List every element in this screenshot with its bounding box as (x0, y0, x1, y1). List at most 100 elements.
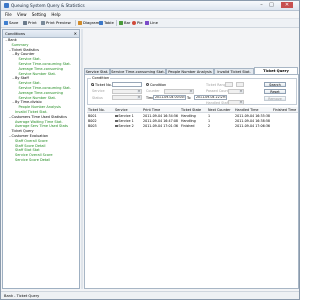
column-header[interactable]: Print Time (142, 107, 180, 113)
toolbar: Save Print Print Preview Diagram Table B… (1, 19, 299, 28)
app-window: Queuing System Query & Statistics – □ ✕ … (0, 0, 300, 300)
ticket-query-page: Condition Ticket No.: Condition Ticket R… (84, 74, 299, 289)
chevron-down-icon: ▾ (239, 88, 243, 93)
table-cell[interactable]: 2 (207, 124, 235, 129)
tree-node-label: Bank (8, 38, 17, 42)
tree-node-label: Average Waiting Time Stat. (15, 119, 63, 124)
table-cell[interactable]: 2011-09-04 17:01:36 (142, 124, 181, 129)
table-cell[interactable]: Service 2 (114, 124, 143, 129)
ticket-no-label: Ticket No.: (95, 82, 113, 87)
table-cell[interactable]: B003 (87, 124, 115, 129)
ticket-range-to[interactable] (236, 82, 244, 87)
chevron-down-icon: ▾ (239, 100, 243, 105)
ticket-no-input[interactable] (112, 82, 142, 87)
toolbar-separator (75, 20, 76, 26)
ticket-grid: Ticket No. Service Print Time Ticket State N… (87, 107, 298, 287)
tree-node-label: Service Number Stat. (18, 71, 56, 76)
print-icon (23, 21, 27, 25)
panel-splitter[interactable] (81, 29, 83, 289)
tab-ticket-query[interactable]: Ticket Query (254, 67, 298, 74)
tree-node-label: Ticket Statistics (11, 47, 39, 52)
service-name: Service 2 (118, 124, 134, 128)
service-select[interactable]: ▾ (112, 88, 142, 94)
maximize-button[interactable]: □ (267, 2, 276, 8)
condition-group: Condition Ticket No.: Condition Ticket R… (87, 76, 297, 106)
menu-view[interactable]: View (17, 11, 27, 18)
handled-staff-label: Handled Staff (206, 101, 230, 105)
tree-node-label: Average Serv Time Used Stats (15, 124, 68, 129)
panel-close-icon[interactable]: ✕ (74, 30, 77, 37)
status-select[interactable]: ▾ (112, 95, 142, 100)
tree-node[interactable]: Service Score Detail (3, 158, 79, 163)
tree-node-label: Ticket Query (11, 129, 34, 134)
service-name: Service 1 (118, 119, 134, 123)
tree-node-label: Invalid Ticket Stat. (15, 109, 48, 114)
line-chart-icon (145, 21, 149, 25)
bar-chart-icon (119, 21, 123, 25)
tree-node-label: Service Time-consuming Stat. (18, 61, 71, 66)
menu-file[interactable]: File (5, 11, 12, 18)
navigation-tree: −Bank Summary −Ticket Statistics −By Counte… (3, 38, 79, 163)
minimize-button[interactable]: – (257, 2, 266, 8)
table-label: Table (104, 20, 114, 25)
column-header[interactable]: Handled Time (234, 107, 272, 113)
title-bar[interactable]: Queuing System Query & Statistics – □ ✕ (1, 1, 299, 11)
pie-chart-icon (132, 21, 136, 25)
menu-bar: File View Setting Help (1, 11, 299, 19)
close-button[interactable]: ✕ (281, 2, 293, 8)
save-button[interactable]: Save (4, 20, 18, 26)
time-to-input[interactable]: 2011-09-04 22:29:59 (194, 95, 227, 100)
chevron-down-icon: ▾ (137, 88, 141, 93)
tree-node-label: Service Number Stat. (18, 95, 56, 100)
column-header[interactable]: Next Counter (207, 107, 234, 113)
line-chart-button[interactable]: Line (145, 20, 158, 26)
tree-node-label: By Staff (15, 76, 29, 81)
tree-node-label: Staff Overall Score (15, 138, 48, 143)
tree-node-label: Summary (11, 42, 29, 47)
search-button[interactable]: Search (264, 82, 286, 87)
condition-group-title: Condition (91, 76, 111, 80)
column-header[interactable]: Ticket No. (87, 107, 114, 113)
print-preview-icon (41, 21, 45, 25)
tree-node-label: Customers Time Used Statistics (11, 114, 68, 119)
app-icon (4, 3, 9, 8)
status-label: Status (92, 95, 103, 100)
tree-node-label: Staff Score Detail (15, 143, 46, 148)
handled-staff-select[interactable]: ▾ (228, 100, 244, 106)
menu-help[interactable]: Help (51, 11, 60, 18)
column-header[interactable]: Finished Time (272, 107, 298, 113)
save-label: Save (9, 20, 19, 25)
time-from-input[interactable]: 2011-09-04 00:00:00 (153, 95, 186, 100)
status-bar: Bank - Ticket Query (1, 291, 299, 299)
print-preview-button[interactable]: Print Preview (41, 20, 71, 26)
table-button[interactable]: Table (99, 20, 114, 26)
bar-label: Bar (124, 20, 131, 25)
tree-node-label: People Number Analysis (18, 105, 61, 110)
remove-button[interactable]: Remove (264, 96, 286, 101)
print-label: Print (28, 20, 37, 25)
passed-counter-select[interactable]: ▾ (228, 88, 244, 94)
column-header[interactable]: Ticket State (180, 107, 207, 113)
diagram-button[interactable]: Diagram (78, 20, 99, 26)
table-cell[interactable]: 2011-09-04 17:06:36 (234, 124, 273, 129)
reset-button[interactable]: Reset (264, 89, 286, 94)
bar-chart-button[interactable]: Bar (119, 20, 131, 26)
menu-setting[interactable]: Setting (32, 11, 46, 18)
tree-node-label: Average Time-consuming (18, 90, 63, 95)
time-to-label: To (187, 95, 191, 100)
tree-node-label: Staff Stat Stat (15, 148, 40, 153)
table-cell[interactable]: Finished (180, 124, 208, 129)
ticket-no-radio[interactable] (91, 83, 94, 86)
condition-radio[interactable] (146, 83, 149, 86)
service-name: Service 1 (118, 114, 134, 118)
ticket-range-from[interactable] (225, 82, 233, 87)
counter-select[interactable]: ▾ (164, 88, 194, 94)
save-icon (4, 21, 8, 25)
condition-label: Condition (150, 82, 167, 87)
diagram-label: Diagram (83, 20, 100, 25)
tree-node-label: By Counter (15, 52, 35, 57)
table-cell[interactable] (272, 124, 299, 129)
column-header[interactable]: Service (114, 107, 142, 113)
print-button[interactable]: Print (23, 20, 37, 26)
pie-chart-button[interactable]: Pie (132, 20, 143, 26)
